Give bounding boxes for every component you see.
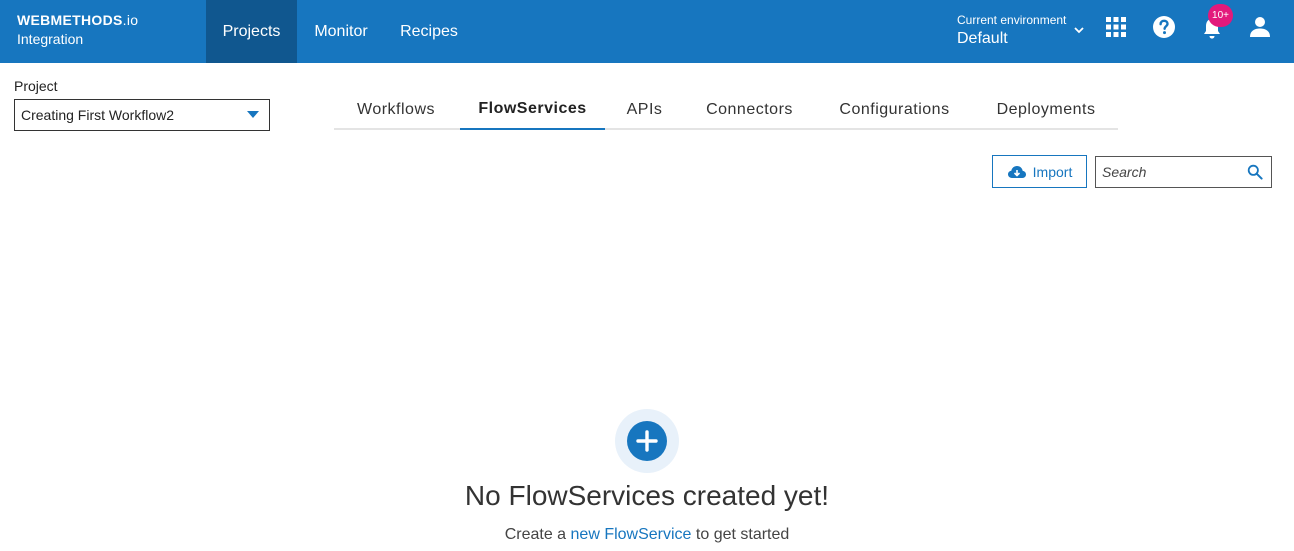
- search-icon[interactable]: [1247, 164, 1263, 180]
- search-box: [1095, 156, 1272, 188]
- brand-product: Integration: [17, 31, 84, 47]
- nav-projects[interactable]: Projects: [206, 0, 297, 63]
- brand-suffix: .io: [122, 12, 139, 28]
- project-select[interactable]: Creating First Workflow2: [14, 99, 270, 131]
- search-input[interactable]: [1096, 157, 1236, 187]
- import-button[interactable]: Import: [992, 155, 1087, 188]
- environment-label: Current environment: [957, 13, 1067, 27]
- chevron-down-icon[interactable]: [1073, 24, 1085, 36]
- caret-down-icon: [247, 111, 259, 118]
- environment-selector[interactable]: Current environment Default: [957, 13, 1066, 48]
- tab-flowservices[interactable]: FlowServices: [460, 90, 605, 130]
- new-flowservice-link[interactable]: new FlowService: [571, 526, 692, 543]
- nav-recipes[interactable]: Recipes: [387, 0, 471, 63]
- empty-state-subtitle: Create a new FlowService to get started: [504, 526, 790, 543]
- brand-logo[interactable]: WEBMETHODS.io Integration: [17, 13, 138, 46]
- add-flowservice-button[interactable]: [615, 409, 679, 473]
- empty-state-title: No FlowServices created yet!: [464, 480, 830, 511]
- tab-apis[interactable]: APIs: [607, 90, 682, 130]
- environment-value: Default: [957, 30, 1008, 47]
- project-select-value: Creating First Workflow2: [21, 107, 175, 123]
- top-bar: WEBMETHODS.io Integration Projects Monit…: [0, 0, 1294, 63]
- apps-grid-icon[interactable]: [1104, 15, 1128, 39]
- tab-connectors[interactable]: Connectors: [684, 90, 815, 130]
- tab-workflows[interactable]: Workflows: [334, 90, 458, 130]
- tab-deployments[interactable]: Deployments: [974, 90, 1118, 130]
- cloud-download-icon: [1007, 165, 1026, 178]
- nav-monitor[interactable]: Monitor: [299, 0, 383, 63]
- project-label: Project: [14, 78, 58, 94]
- help-icon[interactable]: [1152, 15, 1176, 39]
- plus-icon: [636, 430, 658, 452]
- user-icon[interactable]: [1248, 15, 1272, 39]
- brand-name: WEBMETHODS: [17, 12, 123, 28]
- notification-badge: 10+: [1208, 4, 1233, 27]
- tab-configurations[interactable]: Configurations: [817, 90, 972, 130]
- import-label: Import: [1032, 163, 1073, 180]
